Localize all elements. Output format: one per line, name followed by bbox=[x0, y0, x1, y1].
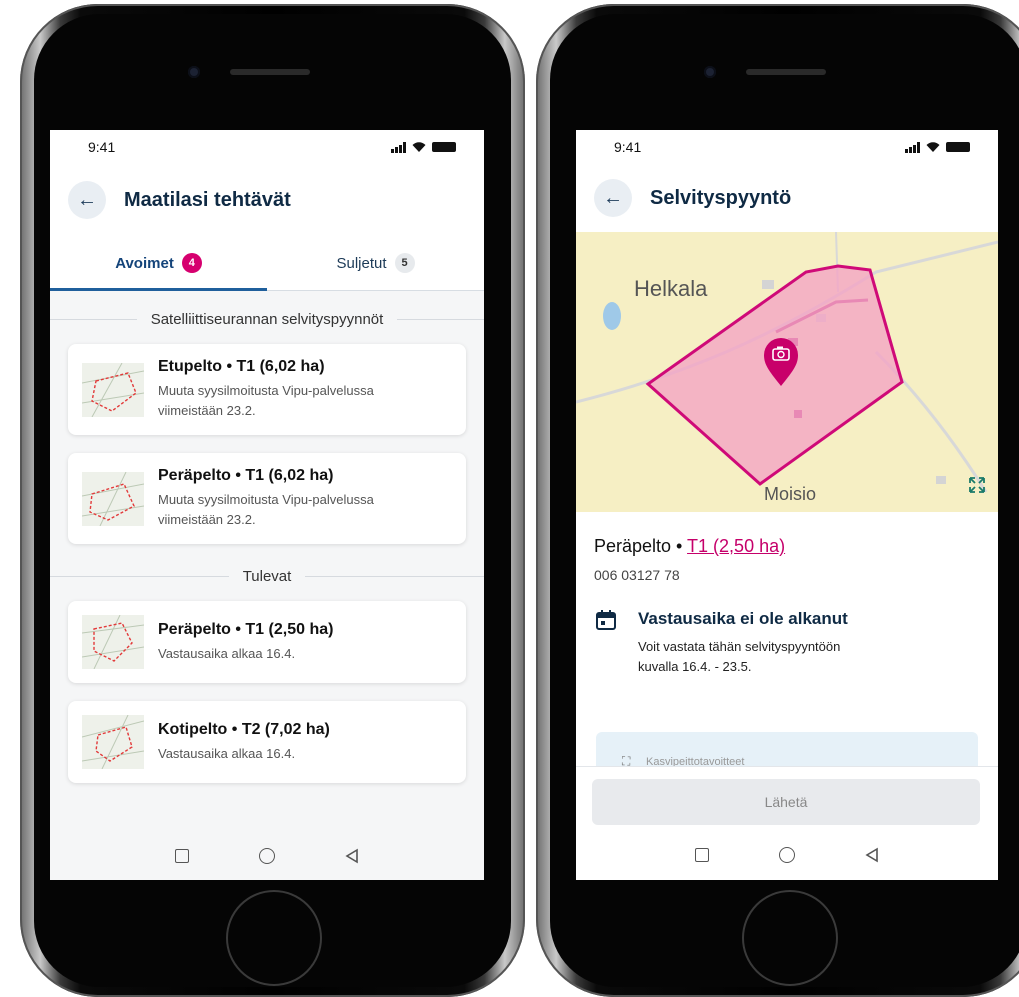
field-heading: Peräpelto • T1 (2,50 ha) bbox=[594, 536, 980, 557]
tab-open[interactable]: Avoimet 4 bbox=[50, 236, 267, 290]
wifi-icon bbox=[926, 142, 940, 152]
arrow-left-icon: ← bbox=[603, 186, 623, 209]
response-period-notice: Vastausaika ei ole alkanut Voit vastata … bbox=[594, 609, 980, 677]
farm-id: 006 03127 78 bbox=[594, 567, 680, 583]
home-icon[interactable] bbox=[779, 847, 795, 863]
earpiece-speaker bbox=[746, 69, 826, 75]
action-bar: Lähetä bbox=[576, 766, 998, 831]
active-tab-indicator bbox=[50, 288, 267, 291]
tab-open-label: Avoimet bbox=[115, 254, 174, 272]
tab-bar: Avoimet 4 Suljetut 5 bbox=[50, 236, 484, 291]
notice-line-2: kuvalla 16.4. - 23.5. bbox=[638, 659, 752, 674]
front-camera bbox=[188, 66, 200, 78]
status-icons bbox=[391, 141, 456, 153]
section-satellite-label: Satelliittiseurannan selvityspyynnöt bbox=[150, 311, 384, 328]
task-card[interactable]: Etupelto • T1 (6,02 ha) Muuta syysilmoit… bbox=[68, 344, 466, 435]
back-triangle-icon[interactable] bbox=[345, 848, 359, 864]
task-title: Etupelto • T1 (6,02 ha) bbox=[158, 358, 325, 375]
task-subtitle: Muuta syysilmoitusta Vipu-palvelussa bbox=[158, 383, 374, 398]
field-name: Peräpelto • bbox=[594, 536, 683, 556]
section-header-satellite: Satelliittiseurannan selvityspyynnöt bbox=[50, 311, 484, 328]
map-label-north: Helkala bbox=[634, 276, 708, 301]
map-label-south: Moisio bbox=[764, 484, 817, 504]
field-map[interactable]: Helkala Moisio bbox=[576, 232, 998, 512]
earpiece-speaker bbox=[230, 69, 310, 75]
back-button[interactable]: ← bbox=[68, 181, 106, 219]
task-subtitle: Muuta syysilmoitusta Vipu-palvelussa bbox=[158, 492, 374, 507]
app-header: ← Maatilasi tehtävät bbox=[50, 164, 484, 236]
wifi-icon bbox=[412, 142, 426, 152]
closed-count-badge: 5 bbox=[394, 253, 415, 273]
signal-icon bbox=[905, 141, 920, 153]
back-triangle-icon[interactable] bbox=[865, 847, 879, 863]
task-title: Peräpelto • T1 (2,50 ha) bbox=[158, 620, 334, 638]
field-map-thumbnail bbox=[82, 615, 144, 669]
notice-line-1: Voit vastata tähän selvityspyyntöön bbox=[638, 639, 841, 654]
battery-icon bbox=[432, 142, 456, 152]
field-map-thumbnail bbox=[82, 471, 144, 526]
field-map-thumbnail bbox=[82, 715, 144, 769]
front-camera bbox=[704, 66, 716, 78]
tab-closed-label: Suljetut bbox=[336, 254, 387, 272]
status-time: 9:41 bbox=[88, 139, 116, 155]
page-title: Selvityspyyntö bbox=[650, 186, 792, 209]
task-title: Kotipelto • T2 (7,02 ha) bbox=[158, 720, 330, 738]
field-parcel-link[interactable]: T1 (2,50 ha) bbox=[687, 536, 785, 556]
android-nav-bar bbox=[576, 830, 998, 880]
send-button[interactable]: Lähetä bbox=[592, 779, 980, 825]
home-button[interactable] bbox=[226, 890, 322, 986]
task-deadline: viimeistään 23.2. bbox=[158, 403, 256, 418]
task-card[interactable]: Peräpelto • T1 (6,02 ha) Muuta syysilmoi… bbox=[68, 453, 466, 544]
app-header: ← Selvityspyyntö bbox=[576, 164, 998, 232]
status-time: 9:41 bbox=[614, 139, 642, 155]
task-deadline: viimeistään 23.2. bbox=[158, 512, 256, 527]
page-title: Maatilasi tehtävät bbox=[124, 188, 291, 211]
right-screen: 9:41 ← Selvityspyyntö Helkala Moisio Per… bbox=[576, 130, 998, 880]
task-card[interactable]: Kotipelto • T2 (7,02 ha) Vastausaika alk… bbox=[68, 701, 466, 783]
open-count-badge: 4 bbox=[181, 253, 202, 273]
location-marker[interactable] bbox=[762, 336, 800, 388]
field-map-thumbnail bbox=[82, 362, 144, 417]
request-details: Peräpelto • T1 (2,50 ha) 006 03127 78 Va… bbox=[576, 512, 998, 677]
calendar-icon bbox=[596, 610, 616, 630]
task-subtitle: Vastausaika alkaa 16.4. bbox=[158, 745, 296, 761]
notice-title: Vastausaika ei ole alkanut bbox=[638, 609, 848, 628]
status-icons bbox=[905, 141, 970, 153]
back-button[interactable]: ← bbox=[594, 179, 632, 217]
battery-icon bbox=[946, 142, 970, 152]
status-bar: 9:41 bbox=[50, 130, 484, 164]
task-subtitle: Vastausaika alkaa 16.4. bbox=[158, 645, 296, 661]
signal-icon bbox=[391, 141, 406, 153]
home-icon[interactable] bbox=[259, 848, 275, 864]
left-screen: 9:41 ← Maatilasi tehtävät Avoimet 4 Sulj… bbox=[50, 130, 484, 880]
section-header-upcoming: Tulevat bbox=[50, 568, 484, 585]
section-upcoming-label: Tulevat bbox=[242, 568, 292, 585]
expand-icon[interactable] bbox=[968, 476, 986, 494]
recents-icon[interactable] bbox=[175, 849, 189, 863]
android-nav-bar bbox=[50, 832, 484, 880]
task-title: Peräpelto • T1 (6,02 ha) bbox=[158, 467, 334, 484]
arrow-left-icon: ← bbox=[77, 188, 97, 211]
home-button[interactable] bbox=[742, 890, 838, 986]
task-card[interactable]: Peräpelto • T1 (2,50 ha) Vastausaika alk… bbox=[68, 601, 466, 683]
tab-closed[interactable]: Suljetut 5 bbox=[267, 236, 484, 290]
status-bar: 9:41 bbox=[576, 130, 998, 164]
recents-icon[interactable] bbox=[695, 848, 709, 862]
